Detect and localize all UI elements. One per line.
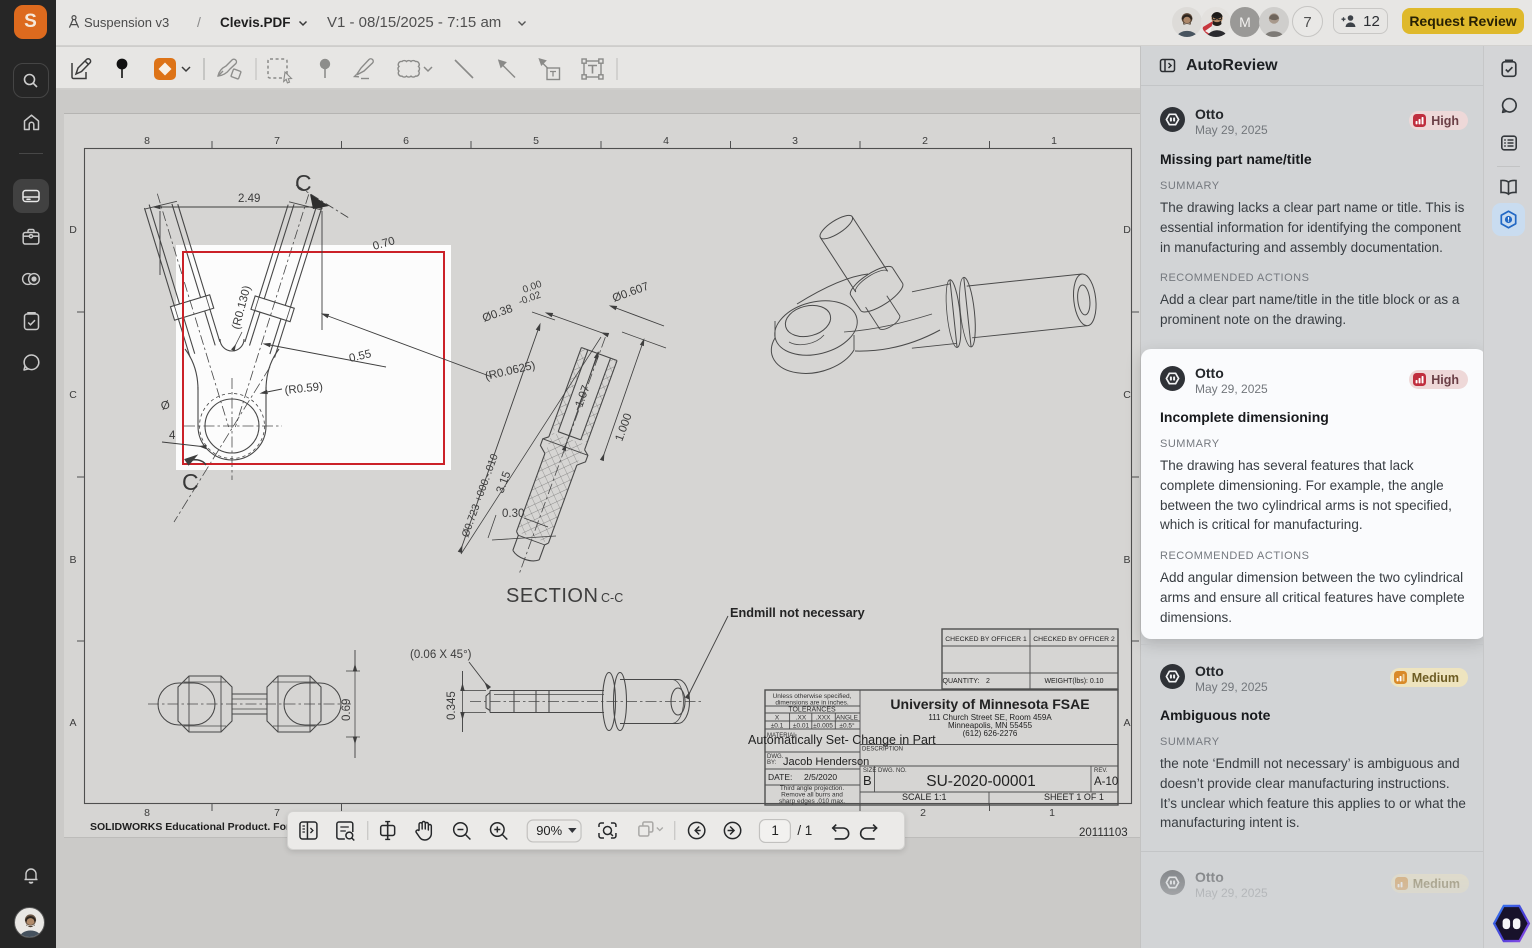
- svg-text:Ø0.723 +000.-.010: Ø0.723 +000.-.010: [460, 452, 501, 539]
- svg-text:D: D: [69, 224, 77, 236]
- svg-text:ANGLE: ANGLE: [836, 715, 859, 722]
- svg-text:2: 2: [920, 807, 926, 819]
- svg-text:A-10: A-10: [1094, 776, 1118, 788]
- svg-text:Endmill not necessary: Endmill not necessary: [730, 606, 865, 620]
- svg-text:0.69: 0.69: [341, 699, 353, 721]
- svg-text:SCALE 1:1: SCALE 1:1: [902, 792, 947, 802]
- svg-text:Ø: Ø: [160, 399, 172, 413]
- svg-text:1: 1: [771, 823, 778, 838]
- svg-text:C: C: [1123, 389, 1131, 401]
- svg-text:/ 1: / 1: [797, 823, 812, 838]
- svg-text:±0.005: ±0.005: [813, 723, 833, 730]
- svg-text:4: 4: [169, 430, 176, 442]
- svg-text:(0.06 X 45°): (0.06 X 45°): [410, 649, 472, 661]
- svg-text:B: B: [863, 773, 872, 788]
- svg-text:SU-2020-00001: SU-2020-00001: [926, 773, 1035, 790]
- svg-text:2: 2: [986, 678, 990, 685]
- svg-text:(612) 626-2276: (612) 626-2276: [963, 729, 1018, 738]
- svg-text:±0.01: ±0.01: [793, 723, 810, 730]
- svg-text:B: B: [1123, 554, 1130, 566]
- svg-text:1: 1: [1049, 807, 1055, 819]
- svg-text:90%: 90%: [536, 823, 562, 838]
- svg-text:(R0.0625): (R0.0625): [484, 360, 537, 383]
- svg-text:2/5/2020: 2/5/2020: [804, 772, 837, 782]
- svg-text:7: 7: [274, 135, 280, 147]
- svg-text:DATE:: DATE:: [768, 772, 792, 782]
- svg-text:4: 4: [663, 135, 669, 147]
- svg-text:1: 1: [1051, 135, 1057, 147]
- svg-text:REV.: REV.: [1094, 768, 1108, 774]
- svg-text:2: 2: [922, 135, 928, 147]
- svg-text:1.07: 1.07: [574, 384, 593, 409]
- svg-text:SHEET 1 OF 1: SHEET 1 OF 1: [1044, 792, 1104, 802]
- svg-text:C: C: [69, 389, 77, 401]
- svg-text:20111103: 20111103: [1079, 827, 1128, 839]
- svg-text:C-C: C-C: [601, 591, 623, 605]
- svg-text:±0.1: ±0.1: [771, 723, 784, 730]
- svg-text:0.345: 0.345: [446, 691, 458, 720]
- svg-text:8: 8: [144, 135, 150, 147]
- svg-text:±0.5°: ±0.5°: [839, 722, 855, 730]
- svg-text:Jacob Henderson: Jacob Henderson: [783, 756, 869, 768]
- svg-text:CHECKED BY OFFICER 2: CHECKED BY OFFICER 2: [1033, 636, 1115, 643]
- svg-text:.XXX: .XXX: [816, 715, 831, 722]
- svg-text:Ø0.607: Ø0.607: [611, 281, 651, 305]
- svg-text:2.49: 2.49: [238, 193, 260, 205]
- svg-text:C: C: [295, 170, 312, 196]
- svg-text:C: C: [182, 469, 199, 495]
- svg-text:Automatically Set- Change in P: Automatically Set- Change in Part: [748, 733, 936, 747]
- svg-text:7: 7: [274, 807, 280, 819]
- svg-text:6: 6: [403, 135, 409, 147]
- svg-text:sharp edges .010 max.: sharp edges .010 max.: [779, 798, 845, 805]
- svg-text:TOLERANCES: TOLERANCES: [788, 707, 836, 714]
- svg-text:DWG. NO.: DWG. NO.: [878, 768, 907, 774]
- svg-text:A: A: [69, 717, 76, 729]
- svg-text:X: X: [775, 715, 780, 722]
- svg-text:SECTION: SECTION: [506, 585, 598, 607]
- svg-text:WEIGHT(lbs): 0.10: WEIGHT(lbs): 0.10: [1044, 678, 1103, 685]
- svg-text:-0.02: -0.02: [517, 290, 543, 308]
- svg-text:DESCRIPTION: DESCRIPTION: [862, 747, 903, 753]
- svg-text:University of Minnesota FSAE: University of Minnesota FSAE: [890, 696, 1089, 712]
- svg-text:A: A: [1123, 717, 1130, 729]
- svg-text:3: 3: [792, 135, 798, 147]
- svg-text:D: D: [1123, 224, 1131, 236]
- svg-text:QUANTITY:: QUANTITY:: [943, 678, 980, 685]
- svg-text:5: 5: [533, 135, 539, 147]
- svg-text:.XX: .XX: [796, 715, 807, 722]
- svg-text:Ø0.38: Ø0.38: [481, 303, 515, 325]
- svg-text:dimensions are in inches.: dimensions are in inches.: [775, 700, 849, 707]
- svg-text:3.15: 3.15: [495, 470, 514, 495]
- svg-text:BY:: BY:: [767, 760, 777, 766]
- svg-text:0.30: 0.30: [502, 508, 524, 520]
- svg-text:SOLIDWORKS Educational Product: SOLIDWORKS Educational Product. For Ins: [90, 821, 308, 833]
- svg-text:B: B: [69, 554, 76, 566]
- svg-text:CHECKED BY OFFICER 1: CHECKED BY OFFICER 1: [945, 636, 1027, 643]
- svg-text:8: 8: [144, 807, 150, 819]
